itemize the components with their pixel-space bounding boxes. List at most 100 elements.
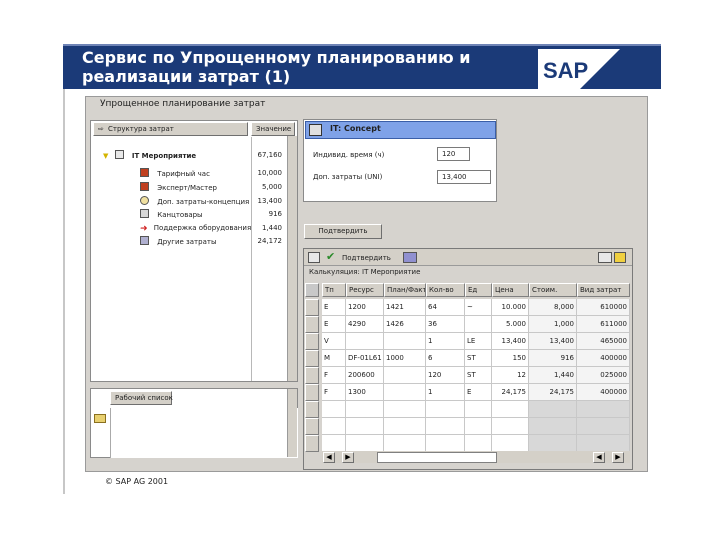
table-cell[interactable] [465,401,492,418]
table-cell[interactable]: 1300 [346,384,384,401]
table-cell[interactable] [465,435,492,452]
table-cell[interactable] [346,435,384,452]
table-cell[interactable]: 611000 [577,316,630,333]
table-cell[interactable]: 36 [426,316,465,333]
row-selector[interactable] [305,401,319,418]
table-cell[interactable] [577,418,630,435]
table-cell[interactable]: 13,400 [529,333,577,350]
table-cell[interactable]: 5.000 [492,316,529,333]
table-cell[interactable]: 200600 [346,367,384,384]
table-cell[interactable]: 1 [426,384,465,401]
table-cell[interactable] [529,435,577,452]
table-cell[interactable] [384,418,426,435]
table-cell[interactable]: 24,175 [492,384,529,401]
folder-icon[interactable] [94,414,106,423]
tree-root[interactable]: ▼ IT Мероприятие [103,149,196,161]
table-cell[interactable] [384,401,426,418]
table-cell[interactable]: 916 [529,350,577,367]
table-cell[interactable] [346,401,384,418]
column-header[interactable]: Цена [492,283,529,297]
table-cell[interactable]: 120 [426,367,465,384]
table-cell[interactable] [384,333,426,350]
table-cell[interactable]: M [322,350,346,367]
table-cell[interactable]: 1426 [384,316,426,333]
tree-item[interactable]: Другие затраты [140,235,216,247]
structure-header-button[interactable]: ⇨ Структура затрат [93,122,248,136]
table-cell[interactable] [492,435,529,452]
table-cell[interactable] [322,418,346,435]
table-cell[interactable]: ST [465,367,492,384]
row-selector[interactable] [305,333,319,350]
table-icon[interactable] [308,252,320,263]
table-cell[interactable]: 150 [492,350,529,367]
value-header-button[interactable]: Значение [251,122,295,136]
time-field[interactable]: 120 [437,147,470,161]
table-cell[interactable]: 465000 [577,333,630,350]
table-cell[interactable]: ST [465,350,492,367]
tree-item[interactable]: Доп. затраты-концепция [140,195,249,207]
column-header[interactable]: План/Факт [384,283,426,297]
table-cell[interactable]: V [322,333,346,350]
table-cell[interactable]: 1 [426,333,465,350]
table-cell[interactable]: 64 [426,299,465,316]
column-header[interactable]: Кол-во [426,283,465,297]
scroll-right-icon[interactable]: ▶ [342,452,354,463]
table-cell[interactable]: 6 [426,350,465,367]
table-cell[interactable] [384,435,426,452]
filter-icon[interactable] [598,252,612,263]
grid-confirm-label[interactable]: Подтвердить [342,254,391,262]
table-cell[interactable] [492,401,529,418]
table-cell[interactable]: 1200 [346,299,384,316]
column-header[interactable]: Тп [322,283,346,297]
grid-settings-icon[interactable] [614,252,626,263]
row-selector[interactable] [305,418,319,435]
table-cell[interactable]: 4290 [346,316,384,333]
table-cell[interactable] [426,418,465,435]
table-cell[interactable]: 025000 [577,367,630,384]
table-cell[interactable]: 13,400 [492,333,529,350]
confirm-button[interactable]: Подтвердить [304,224,382,239]
row-selector[interactable] [305,435,319,452]
table-cell[interactable] [322,435,346,452]
table-cell[interactable]: DF-01L61 [346,350,384,367]
table-cell[interactable]: E [322,316,346,333]
tree-item[interactable]: Эксперт/Мастер [140,181,217,193]
table-cell[interactable] [384,384,426,401]
table-cell[interactable] [577,435,630,452]
table-cell[interactable] [322,401,346,418]
tree-item[interactable]: ➜ Поддержка оборудования [140,222,251,234]
scroll-thumb[interactable] [377,452,497,463]
scroll-left-end-icon[interactable]: ◀ [593,452,605,463]
table-cell[interactable]: 10.000 [492,299,529,316]
extra-cost-field[interactable]: 13,400 [437,170,491,184]
table-cell[interactable] [384,367,426,384]
row-selector[interactable] [305,384,319,401]
column-header[interactable]: Ед [465,283,492,297]
tree-item[interactable]: Тарифный час [140,167,210,179]
column-header[interactable]: Стоим. [529,283,577,297]
row-selector[interactable] [305,316,319,333]
tree-item[interactable]: Канцтовары [140,208,203,220]
table-cell[interactable] [346,333,384,350]
table-cell[interactable] [346,418,384,435]
scroll-left-icon[interactable]: ◀ [323,452,335,463]
table-cell[interactable]: 1421 [384,299,426,316]
table-cell[interactable]: ~ [465,299,492,316]
column-header[interactable]: Ресурс [346,283,384,297]
table-cell[interactable]: 8,000 [529,299,577,316]
table-cell[interactable]: LE [465,333,492,350]
table-cell[interactable]: 24,175 [529,384,577,401]
row-selector[interactable] [305,299,319,316]
table-cell[interactable]: 12 [492,367,529,384]
table-cell[interactable] [529,401,577,418]
scroll-right-end-icon[interactable]: ▶ [612,452,624,463]
column-header[interactable]: Вид затрат [577,283,630,297]
table-cell[interactable]: 610000 [577,299,630,316]
worklist-button[interactable]: Рабочий список [110,391,173,405]
table-cell[interactable] [465,418,492,435]
table-cell[interactable] [577,401,630,418]
table-cell[interactable] [492,418,529,435]
select-all-icon[interactable] [305,283,319,297]
table-cell[interactable] [426,435,465,452]
table-cell[interactable]: 1000 [384,350,426,367]
